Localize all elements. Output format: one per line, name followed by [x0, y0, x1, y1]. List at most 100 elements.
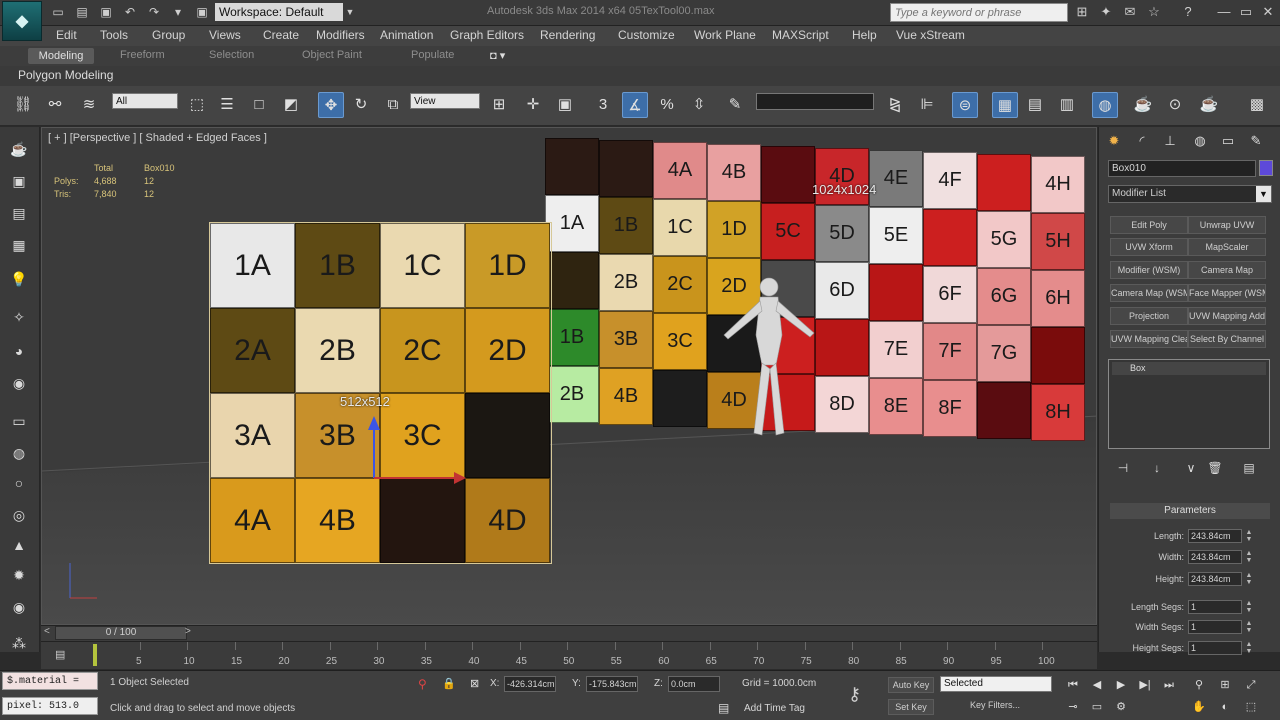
subscription-icon[interactable]: ✦ [1098, 4, 1114, 20]
x-coordinate-field[interactable]: -426.314cm [504, 676, 556, 692]
time-tag-icon[interactable]: ▤ [718, 701, 729, 715]
current-frame-marker[interactable] [93, 644, 97, 666]
pivot-center-icon[interactable]: ⊞ [486, 92, 512, 118]
mod-button-mapscaler[interactable]: MapScaler [1188, 238, 1266, 256]
width-segs-field[interactable]: 1 [1188, 620, 1242, 634]
keyboard-shortcut-override-icon[interactable]: ▣ [552, 92, 578, 118]
width-segs-spinner[interactable]: ▲ ▼ [1244, 620, 1254, 634]
menu-maxscript[interactable]: MAXScript [772, 28, 829, 42]
height-segs-spinner[interactable]: ▲ ▼ [1244, 641, 1254, 655]
parameters-rollout-header[interactable]: Parameters [1110, 503, 1270, 519]
spinner-snap-icon[interactable]: ⇳ [686, 92, 712, 118]
configure-sets-icon[interactable]: ▤ [1240, 460, 1258, 476]
snaps-toggle-icon[interactable]: 3 [590, 92, 616, 118]
length-spinner[interactable]: ▲ ▼ [1244, 529, 1254, 543]
menu-customize[interactable]: Customize [618, 28, 675, 42]
current-frame-field[interactable]: ▭ [1088, 699, 1106, 715]
play-icon[interactable]: ▶ [1112, 677, 1130, 693]
menu-work-plane[interactable]: Work Plane [694, 28, 756, 42]
workspace-icon[interactable]: ▣ [194, 4, 210, 20]
length-segs-spinner[interactable]: ▲ ▼ [1244, 600, 1254, 614]
favorites-icon[interactable]: ☆ [1146, 4, 1162, 20]
menu-group[interactable]: Group [152, 28, 185, 42]
object-color-swatch[interactable] [1259, 160, 1273, 176]
maximize-icon[interactable]: ▭ [1238, 4, 1254, 20]
select-by-name-icon[interactable]: ☰ [214, 92, 240, 118]
sphere-icon[interactable]: ◍ [8, 442, 30, 464]
mirror-icon[interactable]: ⧎ [882, 92, 908, 118]
workspace-dropdown[interactable]: Workspace: Default [215, 3, 343, 21]
show-end-result-icon[interactable]: ↓ [1148, 460, 1166, 476]
key-mode-icon[interactable]: ⊸ [1064, 699, 1082, 715]
select-manipulate-icon[interactable]: ✛ [520, 92, 546, 118]
teapot-icon[interactable]: ☕ [8, 138, 30, 160]
angle-snap-icon[interactable]: ∡ [622, 92, 648, 118]
zoom-icon[interactable]: ⚲ [1190, 677, 1208, 693]
set-key-icon[interactable]: ⚷ [848, 684, 861, 705]
paint-icon[interactable]: ◉ [8, 372, 30, 394]
lathe-icon[interactable]: ◕ [8, 340, 30, 362]
help-icon[interactable]: ? [1180, 4, 1196, 20]
circle-icon[interactable]: ○ [8, 472, 30, 494]
select-object-icon[interactable]: ⬚ [184, 92, 210, 118]
unlink-icon[interactable]: ⚯ [42, 92, 68, 118]
stack-item-box[interactable]: Box [1112, 362, 1266, 375]
utilities-tab-icon[interactable]: ✎ [1246, 131, 1266, 151]
scatter-icon[interactable]: ⁂ [8, 632, 30, 654]
width-spinner[interactable]: ▲ ▼ [1244, 550, 1254, 564]
set-key-button[interactable]: Set Key [888, 699, 934, 715]
menu-create[interactable]: Create [263, 28, 299, 42]
tab-freeform[interactable]: Freeform [120, 49, 165, 61]
modifier-list-dropdown[interactable]: Modifier List [1108, 185, 1272, 203]
plane-icon[interactable]: ▤ [8, 202, 30, 224]
align-icon[interactable]: ⊫ [914, 92, 940, 118]
goto-end-icon[interactable]: ⏭ [1160, 677, 1178, 693]
mod-button-edit-poly[interactable]: Edit Poly [1110, 216, 1188, 234]
open-file-icon[interactable]: ▤ [74, 4, 90, 20]
binoculars-icon[interactable]: ⊞ [1074, 4, 1090, 20]
time-next-arrow[interactable]: > [185, 626, 191, 637]
render-shade-icon[interactable]: ▩ [1244, 92, 1270, 118]
width-field[interactable]: 243.84cm [1188, 550, 1242, 564]
application-button[interactable]: ◆ [2, 1, 42, 41]
y-coordinate-field[interactable]: -175.843cm [586, 676, 638, 692]
modify-tab-icon[interactable]: ◜ [1132, 131, 1152, 151]
tab-object-paint[interactable]: Object Paint [302, 49, 362, 61]
mini-curve-editor-icon[interactable]: ▤ [55, 648, 71, 662]
menu-animation[interactable]: Animation [380, 28, 433, 42]
create-tab-icon[interactable]: ✹ [1104, 131, 1124, 151]
chevron-down-icon[interactable]: ▼ [342, 4, 358, 20]
tab-modeling[interactable]: Modeling [28, 48, 94, 64]
project-folder-icon[interactable]: ▾ [170, 4, 186, 20]
menu-vue-xstream[interactable]: Vue xStream [896, 28, 965, 42]
mod-button-modifier-wsm[interactable]: Modifier (WSM) [1110, 261, 1188, 279]
length-segs-field[interactable]: 1 [1188, 600, 1242, 614]
move-gizmo[interactable] [362, 408, 482, 528]
bind-space-warp-icon[interactable]: ≋ [76, 92, 102, 118]
absolute-mode-icon[interactable]: ⊠ [470, 677, 479, 690]
display-tab-icon[interactable]: ▭ [1218, 131, 1238, 151]
torus-icon[interactable]: ◎ [8, 504, 30, 526]
make-unique-icon[interactable]: ∨ [1182, 460, 1200, 476]
layer-manager-icon[interactable]: ⊜ [952, 92, 978, 118]
previous-frame-icon[interactable]: ◀ [1088, 677, 1106, 693]
cone-icon[interactable]: ▲ [8, 534, 30, 556]
z-coordinate-field[interactable]: 0.0cm [668, 676, 720, 692]
mod-button-camera-map-wsm[interactable]: Camera Map (WSM) [1110, 284, 1188, 302]
object-name-field[interactable]: Box010 [1108, 160, 1256, 177]
schematic-view-icon[interactable]: ▥ [1054, 92, 1080, 118]
render-setup-icon[interactable]: ☕ [1130, 92, 1156, 118]
tab-selection[interactable]: Selection [209, 49, 254, 61]
render-production-icon[interactable]: ☕ [1196, 92, 1222, 118]
orbit-icon[interactable]: ◐ [1216, 699, 1234, 715]
motion-tab-icon[interactable]: ◍ [1190, 131, 1210, 151]
reference-coordinate-dropdown[interactable]: View [410, 93, 480, 109]
material-editor-icon[interactable]: ◍ [1092, 92, 1118, 118]
rendered-frame-window-icon[interactable]: ⊙ [1162, 92, 1188, 118]
ribbon-options-icon[interactable]: ◘ ▾ [490, 49, 505, 62]
height-segs-field[interactable]: 1 [1188, 641, 1242, 655]
mod-button-face-mapper[interactable]: Face Mapper (WSM) [1188, 284, 1266, 302]
time-config-icon[interactable]: ⚙ [1112, 699, 1130, 715]
next-frame-icon[interactable]: ▶| [1136, 677, 1154, 693]
menu-edit[interactable]: Edit [56, 28, 77, 42]
